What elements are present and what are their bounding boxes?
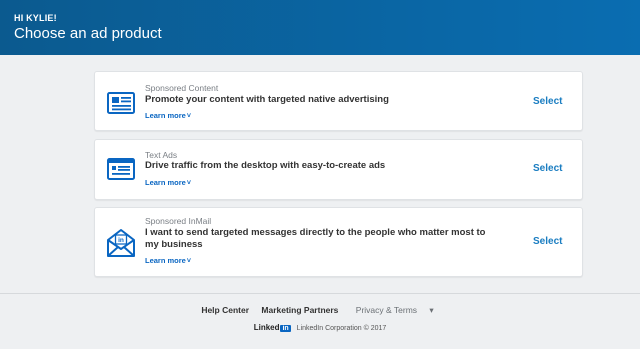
footer-divider xyxy=(0,293,640,294)
page-title: Choose an ad product xyxy=(14,25,162,42)
chevron-down-icon: ˅ xyxy=(186,180,191,187)
card-headline: I want to send targeted messages directl… xyxy=(145,227,486,250)
card-headline: Promote your content with targeted nativ… xyxy=(145,94,389,105)
page-header: HI KYLIE! Choose an ad product xyxy=(0,0,640,55)
learn-more-label: Learn more xyxy=(145,256,186,265)
sponsored-content-icon xyxy=(106,90,136,116)
inmail-envelope-icon: in xyxy=(106,227,136,259)
privacy-terms-label: Privacy & Terms xyxy=(355,305,418,315)
select-button[interactable]: Select xyxy=(533,96,562,107)
caret-down-icon: ▾ xyxy=(429,305,434,315)
text-ads-icon xyxy=(106,156,136,182)
select-button[interactable]: Select xyxy=(533,163,562,174)
footer-links: Help Center Marketing Partners Privacy &… xyxy=(0,305,640,316)
card-headline: Drive traffic from the desktop with easy… xyxy=(145,160,386,171)
copyright: Linked in LinkedIn Corporation © 2017 xyxy=(0,323,640,332)
chevron-down-icon: ˅ xyxy=(186,258,191,265)
product-card-sponsored-content[interactable]: Sponsored Content Promote your content w… xyxy=(94,71,583,131)
learn-more-label: Learn more xyxy=(145,178,186,187)
select-button[interactable]: Select xyxy=(533,236,562,247)
learn-more-link[interactable]: Learn more˅ xyxy=(145,111,191,120)
linkedin-logo: Linked in xyxy=(254,323,291,332)
svg-text:in: in xyxy=(118,237,124,244)
product-card-sponsored-inmail[interactable]: in Sponsored InMail I want to send targe… xyxy=(94,207,583,277)
learn-more-label: Learn more xyxy=(145,111,186,120)
card-kind-label: Sponsored Content xyxy=(145,83,219,93)
card-kind-label: Sponsored InMail xyxy=(145,216,212,226)
logo-word: Linked xyxy=(253,323,280,332)
logo-in-badge: in xyxy=(280,325,291,332)
copyright-text: LinkedIn Corporation © 2017 xyxy=(296,325,387,332)
help-center-link[interactable]: Help Center xyxy=(201,305,249,315)
learn-more-link[interactable]: Learn more˅ xyxy=(145,256,191,265)
greeting: HI KYLIE! xyxy=(14,13,57,23)
product-card-text-ads[interactable]: Text Ads Drive traffic from the desktop … xyxy=(94,139,583,200)
learn-more-link[interactable]: Learn more˅ xyxy=(145,178,191,187)
privacy-terms-dropdown[interactable]: Privacy & Terms ▾ xyxy=(351,305,439,316)
chevron-down-icon: ˅ xyxy=(186,113,191,120)
card-kind-label: Text Ads xyxy=(145,150,178,160)
marketing-partners-link[interactable]: Marketing Partners xyxy=(261,305,338,315)
